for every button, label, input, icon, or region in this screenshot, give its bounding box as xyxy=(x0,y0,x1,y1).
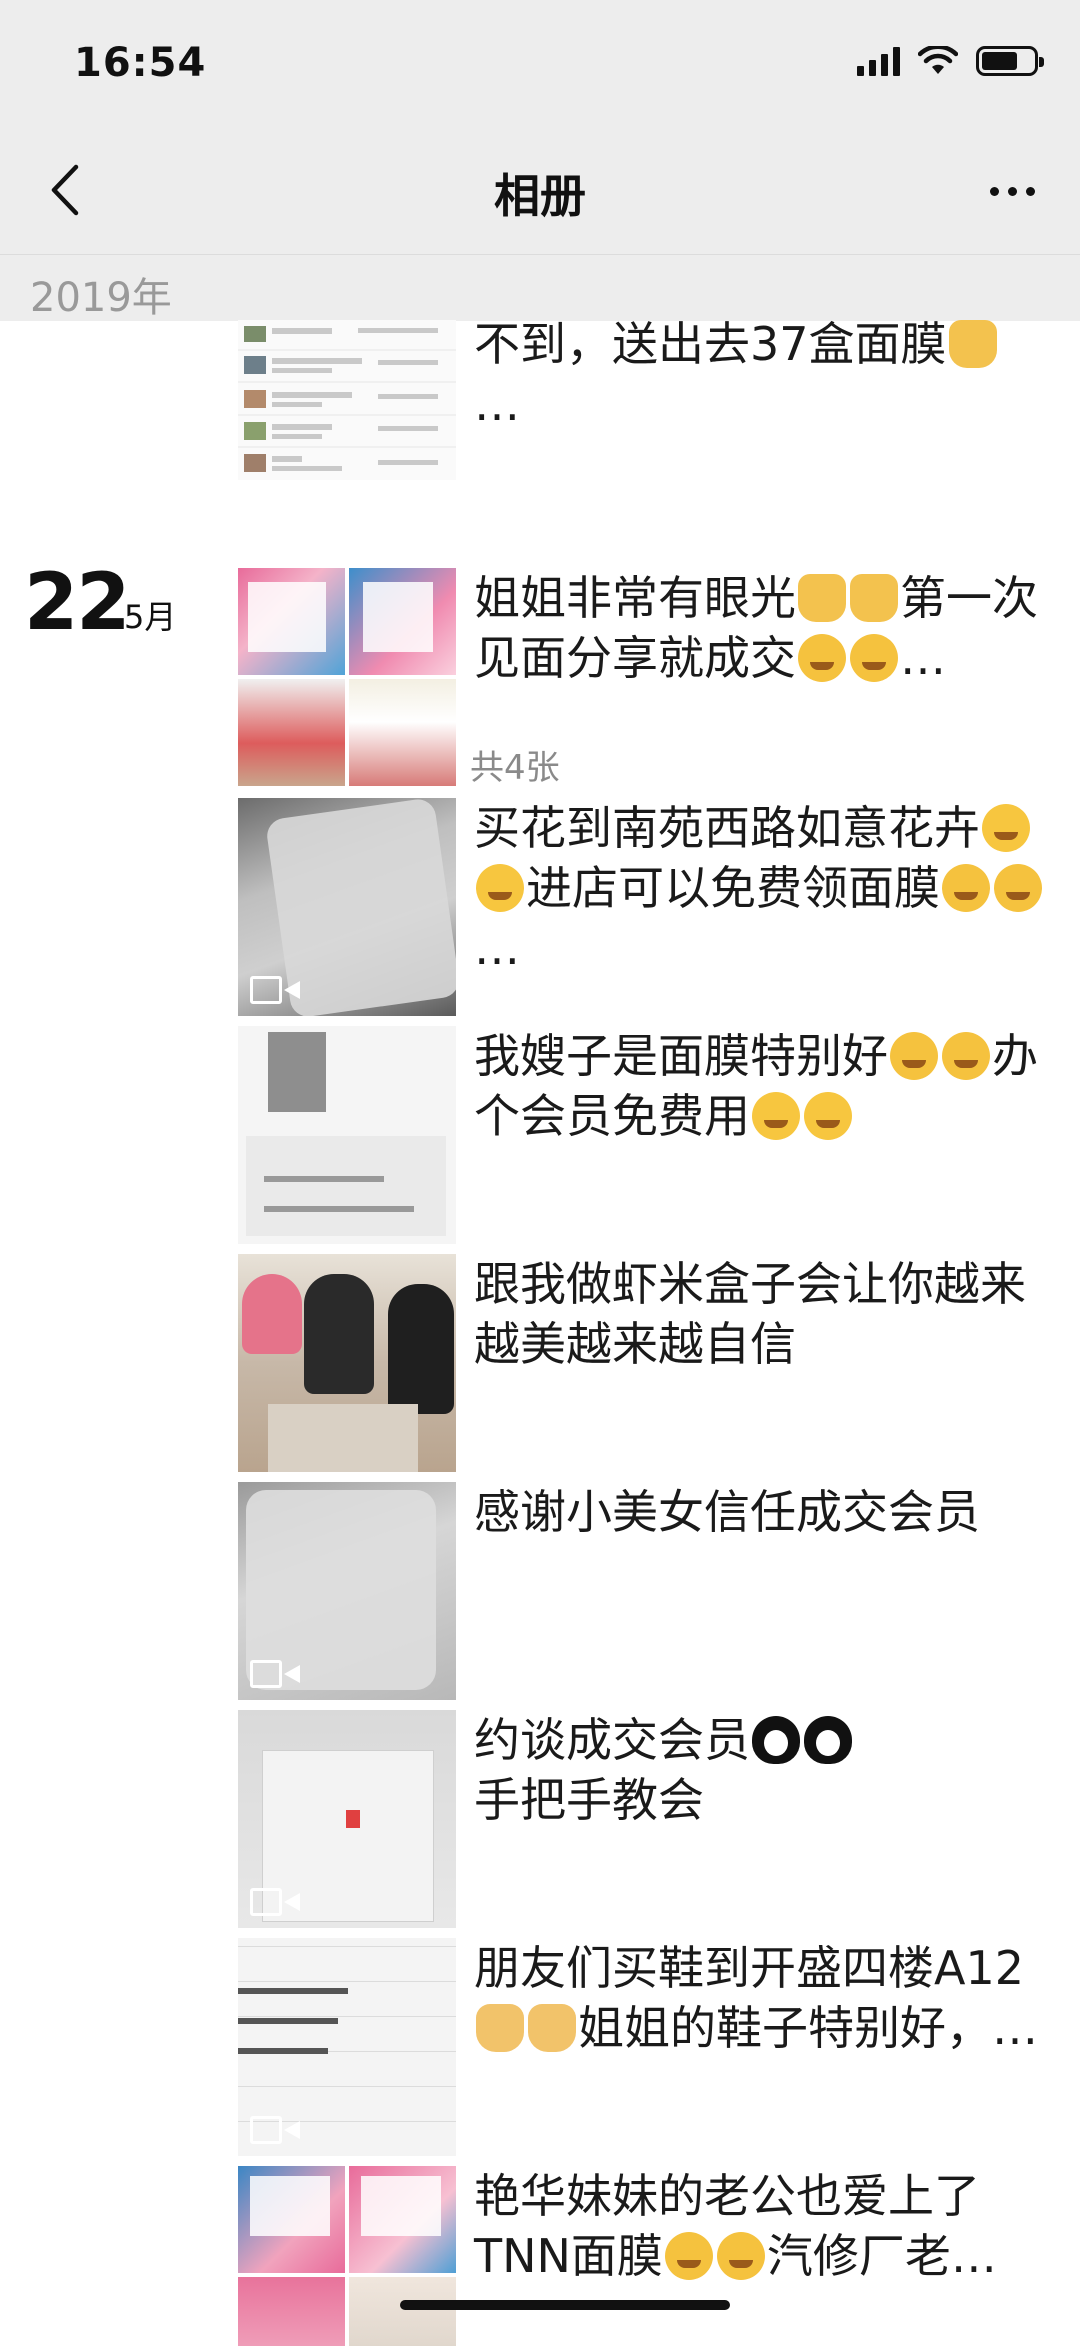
page-title: 相册 xyxy=(494,169,586,223)
wifi-icon xyxy=(918,46,958,74)
thumbs-up-emoji-icon xyxy=(948,320,997,368)
entry-thumbnail[interactable] xyxy=(238,1710,456,1928)
entry-caption[interactable]: 艳华妹妹的老公也爱上了TNN面膜 汽修厂老… xyxy=(474,2166,1044,2346)
dot-icon xyxy=(1025,186,1035,196)
album-entry[interactable]: 艳华妹妹的老公也爱上了TNN面膜 汽修厂老… xyxy=(238,2166,1058,2346)
collage-image xyxy=(349,568,456,675)
collage-image xyxy=(238,2277,345,2346)
giggle-emoji-icon xyxy=(850,634,898,682)
collage-image xyxy=(349,2166,456,2273)
collage-image xyxy=(238,679,345,786)
album-entry[interactable]: 感谢小美女信任成交会员 xyxy=(238,1482,1058,1700)
grin-emoji-icon xyxy=(752,1092,800,1140)
entry-thumbnail[interactable] xyxy=(238,2166,456,2346)
date-month: 5月 xyxy=(124,598,177,636)
dot-icon xyxy=(1007,186,1017,196)
entry-caption[interactable]: 约谈成交会员 手把手教会 xyxy=(474,1710,1044,1928)
entry-caption[interactable]: 感谢小美女信任成交会员 xyxy=(474,1482,1044,1700)
giggle-emoji-icon xyxy=(994,864,1042,912)
giggle-emoji-icon xyxy=(942,1032,990,1080)
video-icon xyxy=(250,976,302,1004)
date-day: 22 xyxy=(24,558,131,648)
album-entry[interactable]: 跟我做虾米盒子会让你越来越美越来越自信 xyxy=(238,1254,1058,1472)
collage-image xyxy=(238,2166,345,2273)
victory-hand-emoji-icon xyxy=(476,2004,524,2052)
grin-emoji-icon xyxy=(476,864,524,912)
entry-thumbnail[interactable] xyxy=(238,1026,456,1244)
video-icon xyxy=(250,2116,302,2144)
victory-hand-emoji-icon xyxy=(528,2004,576,2052)
status-icons xyxy=(857,46,1044,76)
entry-caption[interactable]: 跟我做虾米盒子会让你越来越美越来越自信 xyxy=(474,1254,1044,1472)
collage-image xyxy=(349,2277,456,2346)
album-entry[interactable]: 约谈成交会员 手把手教会 xyxy=(238,1710,1058,1928)
video-icon xyxy=(250,1660,302,1688)
entry-thumbnail[interactable] xyxy=(238,1482,456,1700)
thumbs-up-emoji-icon xyxy=(798,574,846,622)
grin-emoji-icon xyxy=(982,804,1030,852)
giggle-emoji-icon xyxy=(942,864,990,912)
header: 16:54 相册 xyxy=(0,0,1080,254)
status-time: 16:54 xyxy=(74,40,207,86)
thumbs-up-emoji-icon xyxy=(850,574,898,622)
entry-thumbnail[interactable] xyxy=(238,1938,456,2156)
photo-count: 共4张 xyxy=(470,748,560,788)
collage-image xyxy=(238,568,345,675)
giggle-emoji-icon xyxy=(890,1032,938,1080)
entry-caption[interactable]: 买花到南苑西路如意花卉进店可以免费领面膜… xyxy=(474,798,1044,1016)
thinking-emoji-icon xyxy=(716,2232,765,2280)
penguin-emoji-icon xyxy=(804,1716,852,1764)
entry-caption[interactable]: 我嫂子是面膜特别好 办个会员免费用 xyxy=(474,1026,1044,1244)
giggle-emoji-icon xyxy=(798,634,846,682)
entry-caption[interactable]: 朋友们买鞋到开盛四楼A12姐姐的鞋子特别好，… xyxy=(474,1938,1044,2156)
album-entry[interactable]: 朋友们买鞋到开盛四楼A12姐姐的鞋子特别好，… xyxy=(238,1938,1058,2156)
album-entry[interactable]: 我嫂子是面膜特别好 办个会员免费用 xyxy=(238,1026,1058,1244)
cellular-signal-icon xyxy=(857,46,900,76)
grin-emoji-icon xyxy=(804,1092,852,1140)
entry-caption[interactable]: 不到，送出去37盒面膜… xyxy=(474,314,1044,480)
thinking-emoji-icon xyxy=(664,2232,713,2280)
screenshot-image xyxy=(238,320,456,480)
more-options-button[interactable] xyxy=(980,166,1044,216)
collage-image xyxy=(349,679,456,786)
year-label: 2019年 xyxy=(30,275,172,321)
year-section-header: 2019年 xyxy=(0,254,1080,321)
album-entry[interactable]: 姐姐非常有眼光 第一次见面分享就成交… xyxy=(238,568,1058,786)
dot-icon xyxy=(989,186,999,196)
album-entry[interactable]: 买花到南苑西路如意花卉进店可以免费领面膜… xyxy=(238,798,1058,1016)
entry-thumbnail[interactable] xyxy=(238,568,456,786)
entry-thumbnail[interactable] xyxy=(238,320,456,480)
home-indicator[interactable] xyxy=(400,2300,730,2310)
penguin-emoji-icon xyxy=(752,1716,800,1764)
battery-icon xyxy=(976,46,1044,76)
entry-thumbnail[interactable] xyxy=(238,1254,456,1472)
entry-thumbnail[interactable] xyxy=(238,798,456,1016)
video-icon xyxy=(250,1888,302,1916)
album-entry[interactable]: 不到，送出去37盒面膜… xyxy=(238,317,1058,480)
